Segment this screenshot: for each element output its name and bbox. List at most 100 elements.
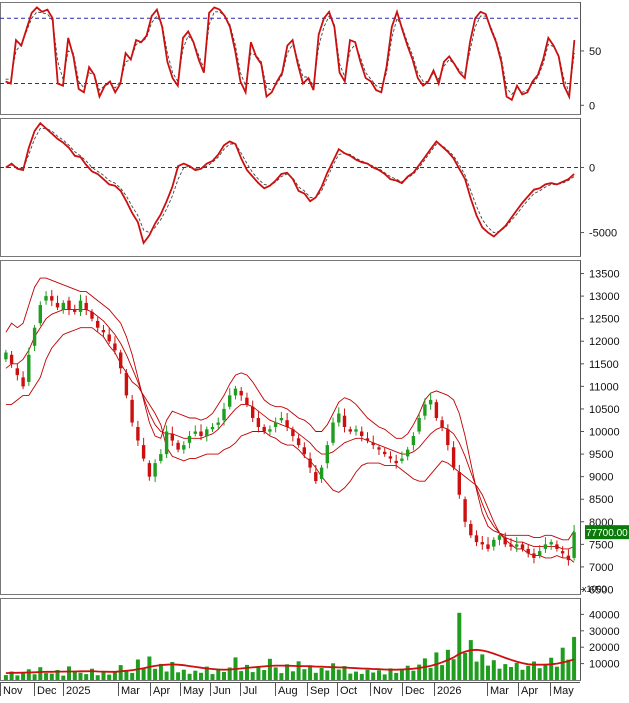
volume-bar	[285, 664, 290, 680]
volume-bar	[371, 672, 376, 680]
volume-bar	[520, 669, 525, 680]
candle-body	[497, 535, 502, 540]
x-axis-label: Nov	[3, 685, 23, 697]
price-tick-label: 13500	[589, 269, 620, 281]
candle-body	[302, 447, 306, 455]
volume-tick-label: 10000	[589, 659, 620, 671]
volume-bar	[554, 666, 559, 680]
volume-bar	[267, 658, 272, 680]
volume-bar	[15, 675, 20, 680]
candle-body	[428, 399, 433, 405]
candle-body	[136, 427, 140, 441]
candle-body	[434, 402, 439, 418]
volume-bar	[566, 659, 571, 680]
candle-body	[440, 420, 444, 427]
candle-body	[21, 377, 25, 387]
candle-body	[199, 431, 203, 436]
candle-body	[451, 447, 456, 468]
volume-bar	[78, 672, 83, 680]
candle-body	[480, 542, 484, 545]
volume-bar	[526, 665, 531, 680]
candle-body	[314, 472, 318, 482]
volume-bar	[325, 670, 330, 680]
candle-body	[44, 296, 48, 301]
volume-bar	[61, 675, 66, 680]
x-axis-label: Sep	[310, 685, 330, 697]
volume-bar	[440, 665, 445, 680]
volume-bar	[445, 649, 450, 680]
candle-body	[354, 429, 358, 432]
candle-body	[509, 544, 513, 547]
candle-body	[463, 499, 467, 522]
candle-body	[572, 532, 576, 558]
volume-bar	[44, 673, 49, 680]
volume-bar	[348, 673, 353, 680]
oscillator-main-line	[5, 6, 576, 102]
volume-bar	[428, 667, 433, 680]
x-axis-label: Apr	[521, 685, 538, 697]
candle-body	[27, 354, 31, 382]
volume-bar	[273, 667, 278, 680]
volume-bar	[210, 674, 215, 680]
bollinger-middle-band	[5, 309, 575, 550]
candle-body	[503, 537, 507, 545]
x-axis-label: Dec	[405, 685, 425, 697]
candle-body	[273, 422, 278, 427]
x-axis-label: May	[183, 685, 204, 697]
candle-body	[61, 302, 65, 310]
volume-bar	[451, 659, 456, 680]
candle-body	[147, 463, 152, 477]
momentum-tick-label: 0	[589, 162, 595, 174]
volume-bar	[107, 674, 112, 680]
momentum-signal-line	[5, 127, 575, 234]
candle-body	[32, 327, 37, 346]
volume-bar	[474, 661, 479, 680]
oscillator-tick-label: 0	[589, 100, 595, 112]
candle-body	[164, 431, 169, 455]
candle-body	[325, 445, 329, 464]
volume-bar	[250, 672, 255, 680]
volume-bar	[480, 654, 485, 680]
candle-body	[543, 544, 548, 549]
candle-body	[457, 472, 461, 495]
price-tick-label: 10000	[589, 427, 620, 439]
x-axis-label: 2025	[66, 685, 90, 697]
volume-bar	[72, 671, 77, 680]
volume-bar	[181, 669, 186, 680]
volume-bar	[158, 663, 163, 680]
volume-bar	[124, 670, 129, 680]
volume-bar	[514, 662, 519, 680]
candle-body	[182, 445, 186, 450]
volume-bar	[457, 612, 462, 680]
volume-bar	[49, 673, 54, 680]
volume-bar	[572, 636, 577, 680]
price-tick-label: 12000	[589, 336, 620, 348]
volume-bar	[411, 670, 416, 680]
volume-bar	[21, 673, 26, 680]
candle-body	[153, 463, 157, 477]
price-tick-label: 10500	[589, 404, 620, 416]
volume-bar	[560, 647, 565, 680]
candle-body	[400, 458, 404, 461]
volume-bar	[118, 665, 123, 680]
volume-bar	[354, 671, 358, 680]
volume-bar	[331, 663, 336, 680]
volume-bar	[377, 670, 381, 680]
volume-bar	[313, 672, 318, 680]
volume-bar	[463, 652, 468, 680]
volume-bar	[176, 672, 181, 680]
volume-bar	[405, 665, 410, 680]
candle-body	[549, 542, 553, 545]
volume-tick-label: 40000	[589, 609, 620, 621]
candle-body	[113, 343, 117, 351]
candle-body	[526, 548, 530, 554]
candle-body	[187, 436, 192, 443]
candle-body	[308, 458, 312, 468]
technical-chart: 50 0 0 -5000 13500 13000 12500 12000 11500 11000 1…	[0, 2, 629, 697]
candle-body	[119, 352, 123, 369]
candle-body	[50, 296, 54, 301]
volume-bar	[130, 672, 135, 680]
candle-body	[337, 413, 341, 423]
candle-body	[4, 352, 8, 360]
candle-body	[159, 454, 163, 461]
